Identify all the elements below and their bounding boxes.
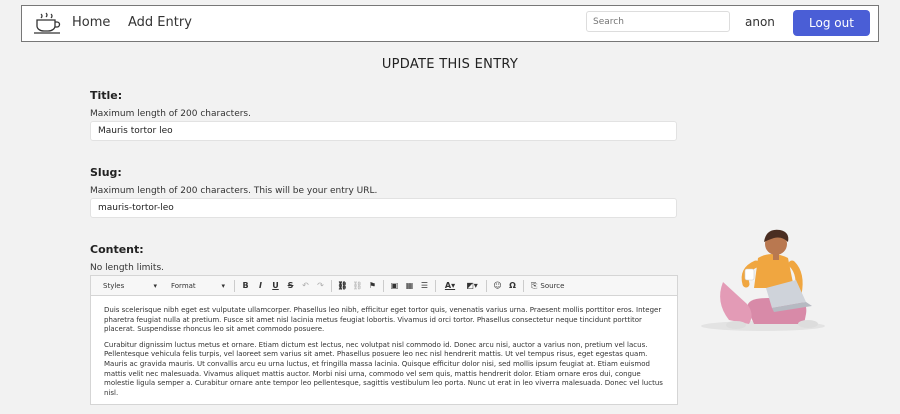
username: anon — [745, 15, 775, 29]
undo-icon[interactable]: ↶ — [298, 276, 313, 296]
format-dropdown[interactable]: Format ▾ — [163, 276, 231, 296]
nav-home-link[interactable]: Home — [72, 15, 110, 30]
content-editor: Styles ▾ Format ▾ B I U S ↶ ↷ ⛓ ⛓ ⚑ ▣ ▦ … — [90, 275, 678, 405]
special-character-icon[interactable]: Ω — [505, 276, 520, 296]
table-icon[interactable]: ▦ — [402, 276, 417, 296]
slug-help-text: Maximum length of 200 characters. This w… — [90, 186, 378, 196]
toolbar-divider — [486, 279, 487, 292]
slug-input[interactable] — [90, 198, 677, 218]
italic-icon[interactable]: I — [253, 276, 268, 296]
emoji-icon[interactable]: ☺ — [490, 276, 505, 296]
title-label: Title: — [90, 89, 123, 102]
styles-dropdown[interactable]: Styles ▾ — [95, 276, 163, 296]
source-code-icon: ⎘ — [531, 280, 538, 290]
toolbar-divider — [234, 279, 235, 292]
image-icon[interactable]: ▣ — [387, 276, 402, 296]
editor-paragraph: Duis scelerisque nibh eget est vulputate… — [104, 306, 662, 334]
nav-add-entry-link[interactable]: Add Entry — [128, 15, 192, 30]
link-icon[interactable]: ⛓ — [335, 276, 350, 296]
format-dropdown-label: Format — [171, 281, 196, 290]
strikethrough-icon[interactable]: S — [283, 276, 298, 296]
toolbar-divider — [383, 279, 384, 292]
anchor-flag-icon[interactable]: ⚑ — [365, 276, 380, 296]
person-with-laptop-illustration — [701, 229, 825, 331]
slug-label: Slug: — [90, 166, 122, 179]
content-label: Content: — [90, 243, 144, 256]
coffee-cup-logo-icon[interactable] — [32, 11, 62, 35]
navbar: Home Add Entry anon Log out — [21, 5, 879, 42]
editor-paragraph: Curabitur dignissim luctus metus et orna… — [104, 340, 663, 397]
horizontal-line-icon[interactable]: ☰ — [417, 276, 432, 296]
toolbar-divider — [435, 279, 436, 292]
source-button-label: Source — [540, 281, 565, 290]
underline-icon[interactable]: U — [268, 276, 283, 296]
background-color-icon[interactable]: ◩▾ — [461, 276, 483, 296]
styles-dropdown-label: Styles — [103, 281, 125, 290]
unlink-icon[interactable]: ⛓ — [350, 276, 365, 296]
content-help-text: No length limits. — [90, 263, 164, 273]
editor-content-area[interactable]: Duis scelerisque nibh eget est vulputate… — [91, 296, 677, 414]
logout-button[interactable]: Log out — [793, 10, 870, 36]
search-input[interactable] — [586, 11, 730, 32]
chevron-down-icon: ▾ — [153, 281, 157, 290]
bold-icon[interactable]: B — [238, 276, 253, 296]
title-input[interactable] — [90, 121, 677, 141]
chevron-down-icon: ▾ — [221, 281, 225, 290]
redo-icon[interactable]: ↷ — [313, 276, 328, 296]
text-color-icon[interactable]: A▾ — [439, 276, 461, 296]
editor-toolbar: Styles ▾ Format ▾ B I U S ↶ ↷ ⛓ ⛓ ⚑ ▣ ▦ … — [91, 276, 677, 296]
toolbar-divider — [523, 279, 524, 292]
toolbar-divider — [331, 279, 332, 292]
source-button[interactable]: ⎘ Source — [527, 276, 568, 296]
page-title: UPDATE THIS ENTRY — [381, 57, 519, 72]
title-help-text: Maximum length of 200 characters. — [90, 109, 251, 119]
